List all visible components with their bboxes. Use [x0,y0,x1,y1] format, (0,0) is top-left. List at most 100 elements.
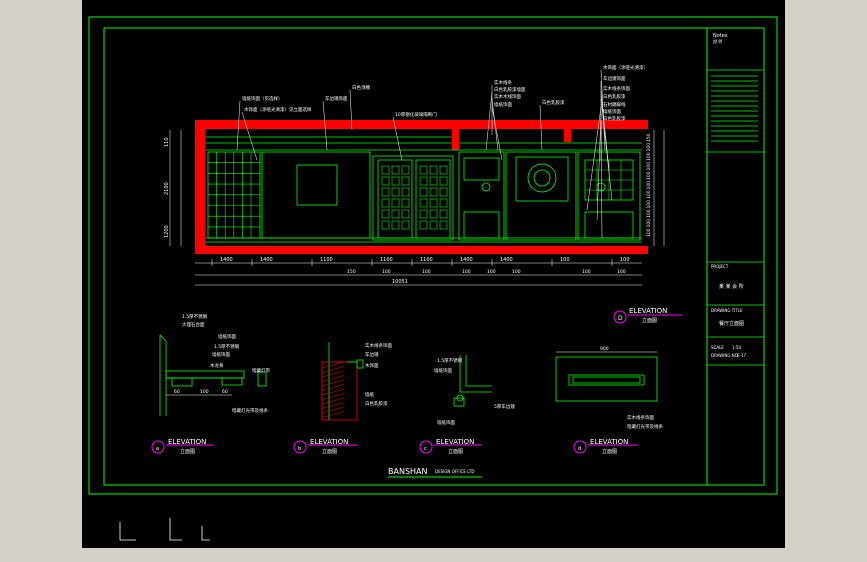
callout-label: 车边镜饰面 [603,75,626,82]
dim-bottom-2: 100 [462,269,471,275]
detail-d-title: ELEVATION [590,438,628,446]
left-wall [195,120,205,250]
detail-label: 5厚车边镜 [494,403,515,410]
dim-left: 110 [164,137,170,147]
callout-label: 白色乳胶漆 [542,99,565,106]
main-elevation [169,69,665,286]
detail-label: 车边镜 [365,351,379,358]
dim-bottom-2: 100 [422,269,431,275]
detail-d-letter: d [578,446,581,452]
detail-label: 墙纸 [365,391,374,398]
dim-bottom: 1400 [500,257,513,263]
detail-a-title: ELEVATION [168,438,206,446]
detail-b-marker: b ELEVATION 立面图 [293,438,358,455]
dim-right: 150 [646,133,652,142]
callout-label: 墙纸饰面（见选样） [242,95,283,102]
callout-label: 木饰面（涂哑光清漆）见立面选样 [244,106,312,113]
detail-a-marker: a ELEVATION 立面图 [151,438,214,455]
detail-label: 1.5厚不锈钢 [437,357,463,364]
callout-label: 木饰面（涂哑光清漆） [603,64,648,71]
detail-b-title: ELEVATION [310,438,348,446]
dim-right: 100 [646,143,652,152]
project-label: PROJECT [711,264,729,269]
dim-bottom: 1100 [320,257,333,263]
detail-d [555,351,658,402]
callout-label: 石材踢脚线 [603,101,626,108]
detail-a-subtitle: 立面图 [180,448,195,455]
detail-b-subtitle: 立面图 [322,448,337,455]
dim-bottom: 1100 [420,257,433,263]
callout-label: 实木线条饰面 [603,85,630,92]
detail-label: 暗藏灯光带及线条 [232,407,268,414]
company-name: BANSHAN [388,467,428,476]
column-left [452,120,459,150]
drawing-title-label: DRAWING TITLE [711,308,743,313]
dim-bottom: 100 [620,257,630,263]
notes-sub: 說 明 [713,38,722,44]
dim-bottom: 1400 [220,257,233,263]
detail-label: 墙纸饰面 [212,351,230,358]
ceiling-beam [195,120,648,129]
detail-d-marker: d ELEVATION 立面图 [573,438,638,455]
detail-label: 1.5厚不锈钢 [214,343,240,350]
elevation-d-title: ELEVATION [629,307,667,315]
floor-slab [195,246,648,254]
outer-frame [88,16,778,495]
project-value: 某 某 会 所 [719,283,744,290]
scale-value: 1:50 [732,345,741,350]
detail-c-marker: c ELEVATION 立面图 [419,438,482,455]
title-column [706,27,765,486]
detail-label: 墙纸饰面 [218,333,236,340]
dim-right: 100 [646,228,652,237]
detail-dim: 60 [174,389,180,395]
company-subtitle: DESIGN OFFICE LTD [435,469,474,474]
scale-label: SCALE [711,345,724,350]
detail-dim: 900 [600,346,609,352]
detail-label: 白色乳胶漆 [365,400,388,407]
detail-a [159,334,267,416]
callout-label: 实木线条 [494,79,512,86]
callout-label: 实木木线饰面 [494,93,521,100]
detail-label: 木龙骨 [210,362,224,369]
detail-label: 实木线条饰面 [627,414,654,421]
dim-right: 100 [646,181,652,190]
dim-bottom-2: 100 [512,269,521,275]
callout-label: 白色乳胶漆墙面 [494,86,526,93]
drawing-title-value: 餐厅立面图 [719,320,744,327]
callout-label: 白色乳胶漆 [603,115,626,122]
dim-bottom-2: 100 [582,269,591,275]
detail-label: 墙纸饰面 [437,419,455,426]
callout-label: 墙纸饰面 [603,108,621,115]
ucs-icon [119,518,210,541]
dim-right: 100 [646,209,652,218]
detail-c-subtitle: 立面图 [448,448,463,455]
detail-label: 1.5厚不锈钢 [182,313,208,320]
dim-right: 100 [646,171,652,180]
callout-label: 白色乳胶漆 [603,93,626,100]
detail-label: 暗藏灯带 [252,367,270,374]
detail-label: 大理石台面 [182,321,205,328]
detail-c-title: ELEVATION [436,438,474,446]
dim-bottom: 1100 [380,257,393,263]
drawing-no-value: E-17 [737,353,747,358]
dim-right: 100 [646,200,652,209]
dim-bottom-2: 100 [382,269,391,275]
cad-drawing: Notes 說 明 PROJECT 某 某 会 所 DRAWING TITLE … [88,16,778,541]
dim-bottom-2: 150 [347,269,356,275]
detail-label: 墙纸饰面 [434,367,452,374]
dim-right: 100 [646,152,652,161]
dim-bottom: 1400 [260,257,273,263]
callout-label: 白色顶棚 [352,84,370,91]
detail-a-letter: a [156,446,159,452]
detail-b-letter: b [298,446,301,452]
dim-right: 100 [646,190,652,199]
dim-right: 100 [646,162,652,171]
elevation-d-marker: D ELEVATION 立面图 [613,307,682,324]
cad-viewport[interactable]: Notes 說 明 PROJECT 某 某 会 所 DRAWING TITLE … [82,0,785,548]
detail-dim: 60 [222,389,228,395]
dim-left: 2100 [164,182,170,195]
detail-b [321,342,364,421]
title-block [707,69,764,486]
drawing-no-label: DRAWING NO. [711,353,739,358]
detail-d-subtitle: 立面图 [602,448,617,455]
